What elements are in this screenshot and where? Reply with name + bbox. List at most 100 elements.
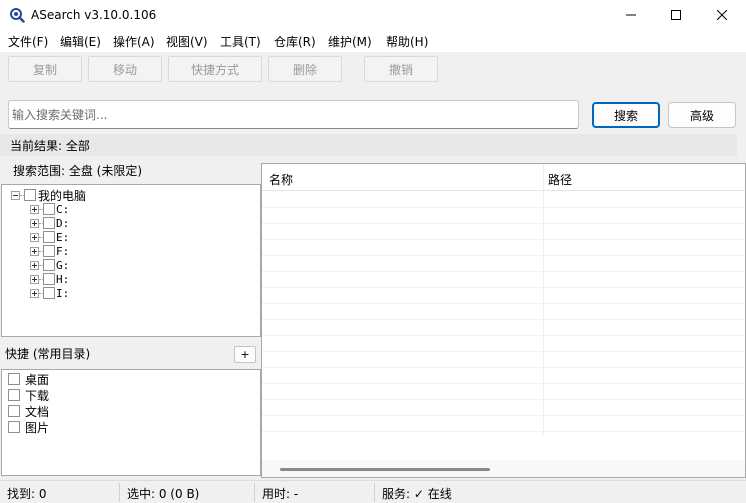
tree-root-label: 我的电脑 — [38, 188, 87, 203]
advanced-button[interactable]: 高级 — [668, 102, 736, 128]
shortcut-button[interactable]: 快捷方式 — [168, 56, 262, 82]
menu-view[interactable]: 视图(V) — [166, 33, 208, 50]
quick-checkbox[interactable] — [8, 421, 20, 433]
menu-repository[interactable]: 仓库(R) — [274, 33, 316, 50]
tree-root[interactable]: 我的电脑 — [11, 188, 87, 203]
row-gridline — [262, 271, 745, 272]
tree-item-drive-d[interactable]: D: — [30, 216, 69, 230]
drive-label: E: — [56, 230, 70, 244]
add-quick-button[interactable]: + — [234, 346, 256, 363]
column-path-header[interactable]: 路径 — [548, 171, 572, 188]
drive-checkbox[interactable] — [43, 259, 55, 271]
quick-item-label: 文档 — [25, 404, 50, 419]
drive-label: C: — [56, 202, 70, 216]
search-button[interactable]: 搜索 — [592, 102, 660, 128]
menu-tools[interactable]: 工具(T) — [220, 33, 261, 50]
minimize-button[interactable] — [608, 0, 654, 30]
row-gridline — [262, 255, 745, 256]
quick-item-downloads[interactable]: 下载 — [8, 387, 49, 403]
status-selected: 选中: 0 (0 B) — [127, 487, 200, 501]
results-header: 名称 路径 — [262, 164, 745, 191]
current-result-label: 当前结果: 全部 — [10, 139, 90, 153]
drive-label: F: — [56, 244, 70, 258]
left-panel: 搜索范围: 全盘 (未限定) 我的电脑 C: D: E: F: G: H: I:… — [0, 160, 261, 478]
drive-checkbox[interactable] — [43, 231, 55, 243]
quick-list: 桌面 下载 文档 图片 — [1, 369, 261, 476]
row-gridline — [262, 335, 745, 336]
close-icon — [717, 10, 727, 20]
title-bar: ASearch v3.10.0.106 — [0, 0, 746, 30]
drive-checkbox[interactable] — [43, 287, 55, 299]
status-separator — [119, 483, 120, 502]
app-search-icon — [10, 8, 25, 23]
column-name-header[interactable]: 名称 — [269, 171, 293, 188]
drive-label: G: — [56, 258, 70, 272]
row-gridline — [262, 223, 745, 224]
status-found: 找到: 0 — [7, 487, 47, 501]
status-bar: 找到: 0 选中: 0 (0 B) 用时: - 服务: ✓ 在线 — [0, 480, 746, 503]
quick-item-desktop[interactable]: 桌面 — [8, 371, 49, 387]
collapse-icon[interactable] — [11, 190, 20, 200]
row-gridline — [262, 207, 745, 208]
menu-help[interactable]: 帮助(H) — [386, 33, 428, 50]
move-button[interactable]: 移动 — [88, 56, 162, 82]
row-gridline — [262, 431, 745, 432]
row-gridline — [262, 303, 745, 304]
drive-label: I: — [56, 286, 70, 300]
result-bar: 当前结果: 全部 — [0, 134, 737, 156]
row-gridline — [262, 239, 745, 240]
window-title: ASearch v3.10.0.106 — [31, 8, 157, 22]
drive-checkbox[interactable] — [43, 273, 55, 285]
tree-item-drive-e[interactable]: E: — [30, 230, 69, 244]
minimize-icon — [626, 14, 636, 16]
search-scope-label: 搜索范围: 全盘 (未限定) — [13, 164, 143, 178]
tree-item-drive-i[interactable]: I: — [30, 286, 69, 300]
drive-label: H: — [56, 272, 70, 286]
quick-label: 快捷 (常用目录) — [5, 347, 91, 361]
quick-checkbox[interactable] — [8, 405, 20, 417]
undo-button[interactable]: 撤销 — [364, 56, 438, 82]
maximize-icon — [671, 10, 681, 20]
expand-icon[interactable] — [30, 274, 39, 284]
drive-checkbox[interactable] — [43, 245, 55, 257]
tree-item-drive-c[interactable]: C: — [30, 202, 69, 216]
results-list[interactable]: 名称 路径 — [261, 163, 746, 478]
menu-bar: 文件(F) 编辑(E) 操作(A) 视图(V) 工具(T) 仓库(R) 维护(M… — [0, 30, 746, 52]
horizontal-scrollbar[interactable] — [262, 460, 745, 477]
status-time: 用时: - — [262, 487, 299, 501]
copy-button[interactable]: 复制 — [8, 56, 82, 82]
expand-icon[interactable] — [30, 260, 39, 270]
drive-checkbox[interactable] — [43, 217, 55, 229]
tree-item-drive-f[interactable]: F: — [30, 244, 69, 258]
delete-button[interactable]: 删除 — [268, 56, 342, 82]
expand-icon[interactable] — [30, 288, 39, 298]
tree-item-drive-h[interactable]: H: — [30, 272, 69, 286]
quick-checkbox[interactable] — [8, 389, 20, 401]
tree-item-drive-g[interactable]: G: — [30, 258, 69, 272]
quick-item-label: 桌面 — [25, 372, 50, 387]
drive-checkbox[interactable] — [43, 203, 55, 215]
expand-icon[interactable] — [30, 218, 39, 228]
scrollbar-thumb[interactable] — [280, 468, 490, 471]
menu-file[interactable]: 文件(F) — [8, 33, 48, 50]
row-gridline — [262, 383, 745, 384]
menu-action[interactable]: 操作(A) — [113, 33, 155, 50]
expand-icon[interactable] — [30, 204, 39, 214]
search-input[interactable] — [8, 100, 579, 129]
status-separator — [254, 483, 255, 502]
expand-icon[interactable] — [30, 246, 39, 256]
close-button[interactable] — [699, 0, 745, 30]
maximize-button[interactable] — [653, 0, 699, 30]
menu-edit[interactable]: 编辑(E) — [60, 33, 101, 50]
root-checkbox[interactable] — [24, 189, 36, 201]
expand-icon[interactable] — [30, 232, 39, 242]
row-gridline — [262, 287, 745, 288]
toolbar: 复制 移动 快捷方式 删除 撤销 — [0, 52, 746, 88]
quick-checkbox[interactable] — [8, 373, 20, 385]
menu-maintain[interactable]: 维护(M) — [328, 33, 372, 50]
column-divider — [543, 164, 544, 434]
row-gridline — [262, 367, 745, 368]
quick-item-label: 下载 — [25, 388, 50, 403]
quick-item-documents[interactable]: 文档 — [8, 403, 49, 419]
quick-item-pictures[interactable]: 图片 — [8, 419, 49, 435]
